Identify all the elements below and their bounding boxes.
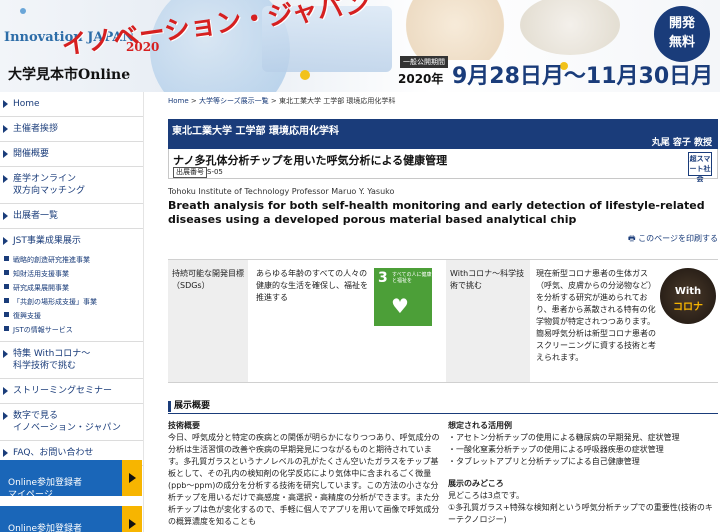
sidebar-item-with-corona[interactable]: 特集 Withコロナ〜 科学技術で挑む — [0, 342, 143, 379]
print-page-link[interactable]: 🖶 このページを印刷する — [628, 233, 718, 247]
point-item: ①多孔質ガラス+特殊な検知剤という呼気分析チップでの重要性(技術のキーテクノロジ… — [448, 503, 713, 524]
arrow-right-icon — [122, 506, 142, 532]
sidebar-sub-item[interactable]: 知財活用支援事業 — [0, 267, 143, 281]
point-body: 見どころは3点です。 — [448, 491, 525, 500]
info-table: 持続可能な開発目標（SDGs） あらゆる年齢のすべての人々の健康的な生活を確保し… — [168, 259, 718, 383]
period-label: 一般公開期間 — [400, 56, 448, 68]
logo-online[interactable]: 大学見本市Online — [8, 64, 130, 84]
tech-body: 今日、呼気成分と特定の疾病との関係が明らかになりつつあり、呼気成分の分析は生活習… — [168, 433, 440, 526]
sdgs-body: あらゆる年齢のすべての人々の健康的な生活を確保し、福祉を推進する — [256, 269, 368, 302]
breadcrumb-current: 東北工業大学 工学部 環境応用化学科 — [278, 97, 396, 105]
free-badge: 開発 無料 — [654, 6, 710, 62]
exhibit-header: ナノ多孔体分析チップを用いた呼気分析による健康管理 出展番号 S-05 超スマー… — [168, 149, 718, 183]
university-name: 東北工業大学 工学部 環境応用化学科 — [172, 126, 339, 137]
with-corona-w1: With — [674, 286, 702, 297]
arrow-right-icon — [122, 460, 142, 496]
sidebar-item-jst[interactable]: JST事業成果展示 — [0, 229, 143, 253]
sdg-text: すべての人に健康と福祉を — [392, 272, 432, 284]
sidebar-item-numbers[interactable]: 数字で見る イノベーション・ジャパン — [0, 404, 143, 441]
use-item: ・タブレットアプリと分析チップによる自己健康管理 — [448, 457, 640, 466]
online-mypage-label: Online参加登録者 マイページ — [8, 478, 83, 500]
use-cases: 想定される活用例 ・アセトン分析チップの使用による糖尿病の早期発見、症状管理 ・… — [448, 420, 718, 526]
online-logout-label: Online参加登録者 ログアウト — [8, 524, 83, 532]
period-year: 2020年 — [398, 72, 444, 86]
exhibit-title: ナノ多孔体分析チップを用いた呼気分析による健康管理 — [173, 154, 448, 167]
header-banner: Innovation JAPAN イノベーション・ジャパン 2020 大学見本市… — [0, 0, 720, 92]
corona-body: 現在新型コロナ患者の生体ガス（呼気、皮膚からの分泌物など）を分析する研究が進めら… — [536, 269, 656, 362]
sidebar-item-overview[interactable]: 開催概要 — [0, 142, 143, 167]
banner-dot — [20, 8, 26, 14]
banner-dot — [300, 70, 310, 80]
english-affiliation: Tohoku Institute of Technology Professor… — [168, 187, 395, 196]
breadcrumb-home[interactable]: Home — [168, 97, 189, 105]
use-item: ・アセトン分析チップの使用による糖尿病の早期発見、症状管理 — [448, 433, 680, 442]
logo-year: 2020 — [126, 40, 160, 54]
heartbeat-icon: ♥ — [391, 294, 409, 318]
sdg-3-icon: 3 すべての人に健康と福祉を ♥ — [374, 268, 432, 326]
sidebar-sub-item[interactable]: 「共創の場形成支援」事業 — [0, 295, 143, 309]
professor-name: 丸尾 容子 教授 — [651, 138, 712, 148]
sidebar-item-greeting[interactable]: 主催者挨拶 — [0, 117, 143, 142]
use-item: ・一酸化窒素分析チップの使用による呼吸器疾患の症状管理 — [448, 445, 664, 454]
sidebar-sub-item[interactable]: JSTの情報サービス — [0, 323, 143, 337]
sdg-number: 3 — [378, 270, 388, 286]
sidebar-sub-item[interactable]: 研究成果展開事業 — [0, 281, 143, 295]
tech-overview: 技術概要 今日、呼気成分と特定の疾病との関係が明らかになりつつあり、呼気成分の分… — [168, 420, 440, 528]
online-logout-button[interactable]: Online参加登録者 ログアウト — [0, 506, 142, 532]
banner-decoration — [520, 0, 620, 55]
sidebar-sub-item[interactable]: 復興支援 — [0, 309, 143, 323]
online-mypage-button[interactable]: Online参加登録者 マイページ — [0, 460, 142, 500]
breadcrumb-separator: > — [188, 97, 199, 105]
point-heading: 展示のみどころ — [448, 479, 504, 488]
exhibit-number-label: 出展番号 — [173, 167, 207, 178]
printer-icon: 🖶 — [628, 234, 636, 243]
sidebar-group-jst: JST事業成果展示 戦略的創造研究推進事業 知財活用支援事業 研究成果展開事業 … — [0, 229, 143, 342]
banner-decoration — [395, 0, 515, 60]
corona-header: Withコロナ〜科学技術で挑む — [446, 260, 530, 382]
sidebar-item-matching[interactable]: 産学オンライン 双方向マッチング — [0, 167, 143, 204]
exhibit-number: S-05 — [207, 168, 223, 176]
overview-heading: 展示概要 — [168, 398, 718, 414]
breadcrumb-separator: > — [268, 97, 279, 105]
print-label: このページを印刷する — [638, 234, 718, 243]
english-title: Breath analysis for both self-health mon… — [168, 199, 705, 226]
breadcrumb: Home > 大学等シーズ展示一覧 > 東北工業大学 工学部 環境応用化学科 — [168, 96, 395, 106]
university-bar: 東北工業大学 工学部 環境応用化学科 丸尾 容子 教授 — [168, 119, 718, 149]
main-content: Home > 大学等シーズ展示一覧 > 東北工業大学 工学部 環境応用化学科 東… — [168, 92, 720, 532]
period-dates: 9月28日月〜11月30日月 — [452, 64, 714, 89]
breadcrumb-list[interactable]: 大学等シーズ展示一覧 — [199, 97, 269, 105]
sidebar: Home 主催者挨拶 開催概要 産学オンライン 双方向マッチング 出展者一覧 J… — [0, 92, 144, 532]
with-corona-w2: コロナ — [673, 302, 703, 313]
use-heading: 想定される活用例 — [448, 421, 512, 430]
sidebar-sub-item[interactable]: 戦略的創造研究推進事業 — [0, 253, 143, 267]
sidebar-item-home[interactable]: Home — [0, 92, 143, 117]
tech-heading: 技術概要 — [168, 421, 200, 430]
category-tag: 超スマート社会 — [688, 152, 712, 183]
with-corona-icon: With コロナ — [660, 268, 716, 324]
sdgs-header: 持続可能な開発目標（SDGs） — [168, 260, 248, 382]
sidebar-item-exhibitors[interactable]: 出展者一覧 — [0, 204, 143, 229]
sidebar-item-streaming[interactable]: ストリーミングセミナー — [0, 379, 143, 404]
